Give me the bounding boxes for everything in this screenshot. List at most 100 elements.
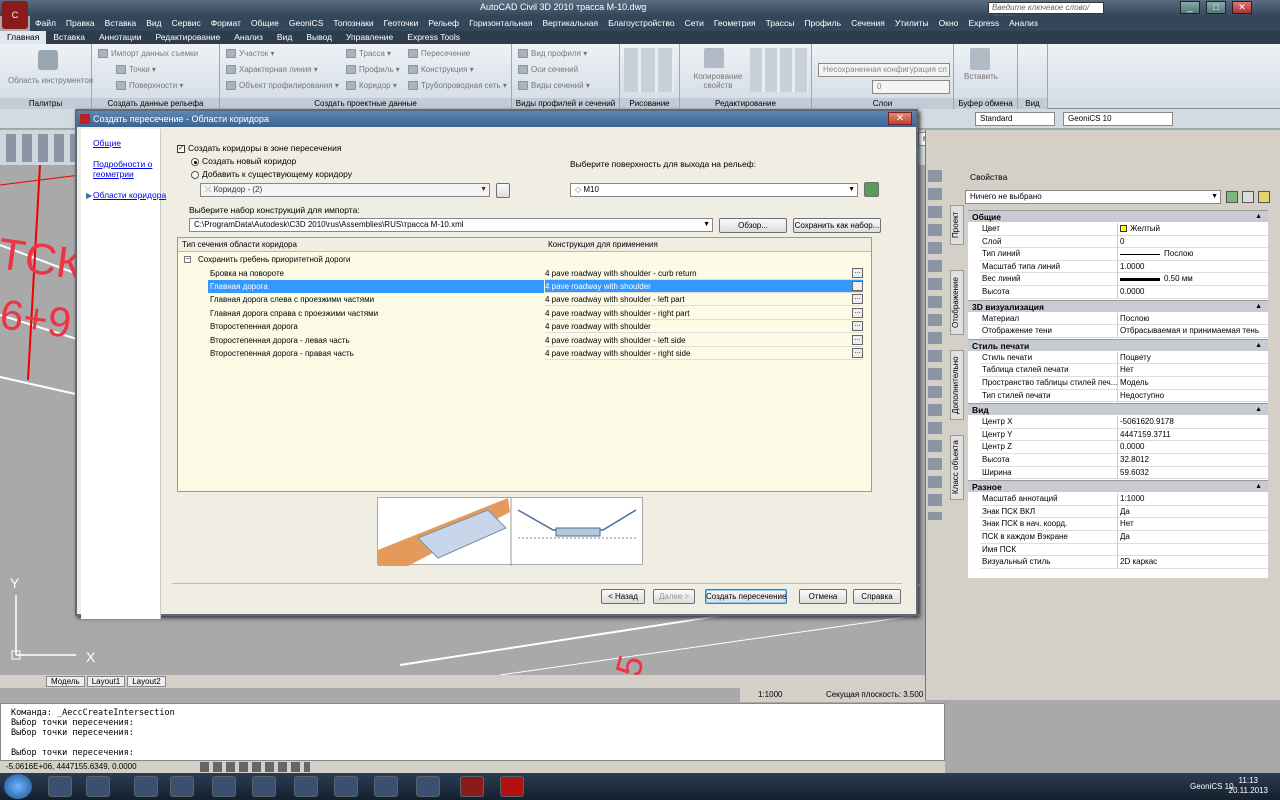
copy-props-icon[interactable] bbox=[704, 48, 724, 68]
assembly-cell[interactable]: 4 pave roadway with shoulder - right sid… bbox=[545, 347, 863, 360]
tab-extra[interactable]: Дополнительно bbox=[950, 350, 964, 420]
property-row[interactable]: Ширина 59.6032 bbox=[980, 466, 1268, 480]
assembly-button[interactable]: Конструкция ▾ bbox=[408, 65, 474, 75]
maximize-button[interactable]: □ bbox=[1206, 1, 1226, 14]
language-indicator[interactable]: GeoniCS 10 bbox=[1190, 782, 1234, 791]
property-value[interactable]: 0.0000 bbox=[1120, 286, 1144, 298]
pickadd-icon[interactable] bbox=[1258, 191, 1270, 203]
parcel-button[interactable]: Участок ▾ bbox=[226, 49, 274, 59]
ellipsis-button[interactable]: ... bbox=[852, 321, 863, 332]
property-value[interactable]: Модель bbox=[1120, 377, 1149, 389]
property-row[interactable]: Отображение тени Отбрасываемая и принимае… bbox=[980, 325, 1268, 338]
menu-geonics[interactable]: GeoniCS bbox=[284, 16, 329, 31]
grid-row[interactable]: Второстепенная дорога - левая часть 4 pav… bbox=[178, 334, 871, 347]
property-row[interactable]: Слой 0 bbox=[980, 235, 1268, 249]
property-row[interactable]: Центр X -5061620.9178 bbox=[980, 416, 1268, 429]
collapse-arrow-icon[interactable]: ▲ bbox=[1255, 404, 1262, 416]
existing-corridor-combo[interactable]: ⤫ Коридор - (2) ▼ bbox=[200, 183, 490, 197]
menu-relief[interactable]: Рельеф bbox=[423, 16, 464, 31]
nav-general[interactable]: Общие bbox=[93, 138, 121, 148]
app-icon-1[interactable] bbox=[170, 776, 194, 797]
property-value[interactable]: -5061620.9178 bbox=[1120, 416, 1174, 428]
create-intersection-button[interactable]: Создать пересечение bbox=[705, 589, 787, 604]
property-value[interactable]: Недоступно bbox=[1120, 390, 1164, 402]
property-value[interactable]: 1:1000 bbox=[1120, 493, 1144, 505]
ie-icon[interactable] bbox=[48, 776, 72, 797]
surface-combo[interactable]: ◇ M10 ▼ bbox=[570, 183, 858, 197]
property-row[interactable]: Цвет Желтый bbox=[980, 223, 1268, 236]
collapse-icon[interactable]: − bbox=[184, 256, 191, 263]
property-row[interactable]: Высота 0.0000 bbox=[980, 286, 1268, 299]
tab-insert[interactable]: Вставка bbox=[46, 31, 92, 44]
ellipsis-button[interactable]: ... bbox=[852, 334, 863, 345]
profile-button[interactable]: Профиль ▾ bbox=[346, 65, 400, 75]
paste-icon[interactable] bbox=[970, 48, 990, 70]
pipe-network-button[interactable]: Трубопроводная сеть ▾ bbox=[408, 81, 507, 91]
command-line[interactable]: Команда: _AeccCreateIntersection Выбор т… bbox=[0, 703, 945, 761]
tab-annotate[interactable]: Аннотации bbox=[92, 31, 149, 44]
property-row[interactable]: Вес линий 0.50 мм bbox=[980, 273, 1268, 286]
menu-utilities[interactable]: Утилиты bbox=[890, 16, 934, 31]
property-value[interactable]: Да bbox=[1120, 531, 1130, 543]
app-logo[interactable]: C bbox=[2, 1, 28, 29]
minimize-button[interactable]: _ bbox=[1180, 1, 1200, 14]
property-value[interactable]: Отбрасываемая и принимаемая тень bbox=[1120, 325, 1259, 337]
property-row[interactable]: Масштаб аннотаций 1:1000 bbox=[980, 493, 1268, 506]
tab-home[interactable]: Главная bbox=[0, 31, 47, 44]
property-value[interactable]: Да bbox=[1120, 506, 1130, 518]
assembly-cell[interactable]: 4 pave roadway with shoulder... bbox=[545, 320, 863, 334]
tab-express-tools[interactable]: Express Tools bbox=[400, 31, 467, 44]
property-section-header[interactable]: Стиль печати ▲ bbox=[968, 338, 1268, 352]
pick-surface-button[interactable] bbox=[864, 182, 879, 197]
new-corridor-radio[interactable]: Создать новый коридор bbox=[191, 156, 296, 166]
menu-geopoints[interactable]: Геоточки bbox=[379, 16, 424, 31]
help-button[interactable]: Справка bbox=[853, 589, 901, 604]
property-value[interactable]: 0 bbox=[1120, 236, 1124, 248]
grid-row[interactable]: Второстепенная дорога - правая часть 4 pa… bbox=[178, 347, 871, 360]
property-row[interactable]: Материал Послою bbox=[980, 312, 1268, 326]
property-value[interactable]: Нет bbox=[1120, 518, 1134, 530]
property-row[interactable]: Тип стилей печати Недоступно bbox=[980, 389, 1268, 403]
clock[interactable]: 11:13 20.11.2013 bbox=[1229, 776, 1268, 796]
property-value[interactable]: 0.50 мм bbox=[1120, 273, 1193, 285]
create-corridors-checkbox[interactable]: ✓ Создать коридоры в зоне пересечения bbox=[177, 143, 341, 153]
property-row[interactable]: Имя ПСК bbox=[980, 543, 1268, 557]
grid-row[interactable]: Главная дорога 4 pave roadway with should… bbox=[178, 279, 871, 293]
tab-output[interactable]: Вывод bbox=[299, 31, 339, 44]
property-value[interactable]: 1.0000 bbox=[1120, 261, 1144, 273]
menu-window[interactable]: Окно bbox=[934, 16, 964, 31]
next-button[interactable]: Далее > bbox=[653, 589, 695, 604]
palette-tool-column[interactable] bbox=[928, 170, 942, 520]
save-as-set-button[interactable]: Сохранить как набор... bbox=[793, 218, 881, 233]
layer-combo[interactable]: 0 bbox=[872, 80, 950, 94]
menu-tools[interactable]: Сервис bbox=[167, 16, 206, 31]
collapse-arrow-icon[interactable]: ▲ bbox=[1255, 301, 1262, 313]
property-row[interactable]: Визуальный стиль 2D каркас bbox=[980, 556, 1268, 569]
menu-view[interactable]: Вид bbox=[141, 16, 166, 31]
text-style-combo[interactable]: Standard bbox=[975, 112, 1055, 126]
menu-landscaping[interactable]: Благоустройство bbox=[603, 16, 680, 31]
explorer-icon[interactable] bbox=[134, 776, 158, 797]
tab-display[interactable]: Отображение bbox=[950, 270, 964, 335]
menu-general[interactable]: Общие bbox=[246, 16, 284, 31]
app-icon-4[interactable] bbox=[294, 776, 318, 797]
back-button[interactable]: < Назад bbox=[601, 589, 645, 604]
assembly-cell[interactable]: 4 pave roadway with shoulder... bbox=[545, 279, 863, 293]
property-value[interactable]: 2D каркас bbox=[1120, 556, 1157, 568]
tab-design[interactable]: Проект bbox=[950, 205, 964, 245]
draw-tools-icon[interactable] bbox=[624, 48, 674, 92]
menu-geometry[interactable]: Геометрия bbox=[709, 16, 761, 31]
property-row[interactable]: Пространство таблицы стилей печ... Модель bbox=[980, 377, 1268, 390]
feature-line-button[interactable]: Характерная линия ▾ bbox=[226, 65, 318, 75]
property-row[interactable]: Высота 32.8012 bbox=[980, 454, 1268, 467]
property-row[interactable]: ПСК в каждом Вэкране Да bbox=[980, 531, 1268, 544]
property-row[interactable]: Тип линий Послою bbox=[980, 248, 1268, 261]
pdf-icon[interactable] bbox=[500, 776, 524, 797]
grid-row[interactable]: Бровка на повороте 4 pave roadway with sh… bbox=[178, 267, 871, 280]
intersection-button[interactable]: Пересечение bbox=[408, 49, 470, 59]
menu-edit[interactable]: Правка bbox=[61, 16, 100, 31]
collapse-arrow-icon[interactable]: ▲ bbox=[1255, 340, 1262, 352]
dim-style-combo[interactable]: GeoniCS 10 bbox=[1063, 112, 1173, 126]
menu-express[interactable]: Express bbox=[963, 16, 1004, 31]
autocad-icon[interactable] bbox=[460, 776, 484, 797]
